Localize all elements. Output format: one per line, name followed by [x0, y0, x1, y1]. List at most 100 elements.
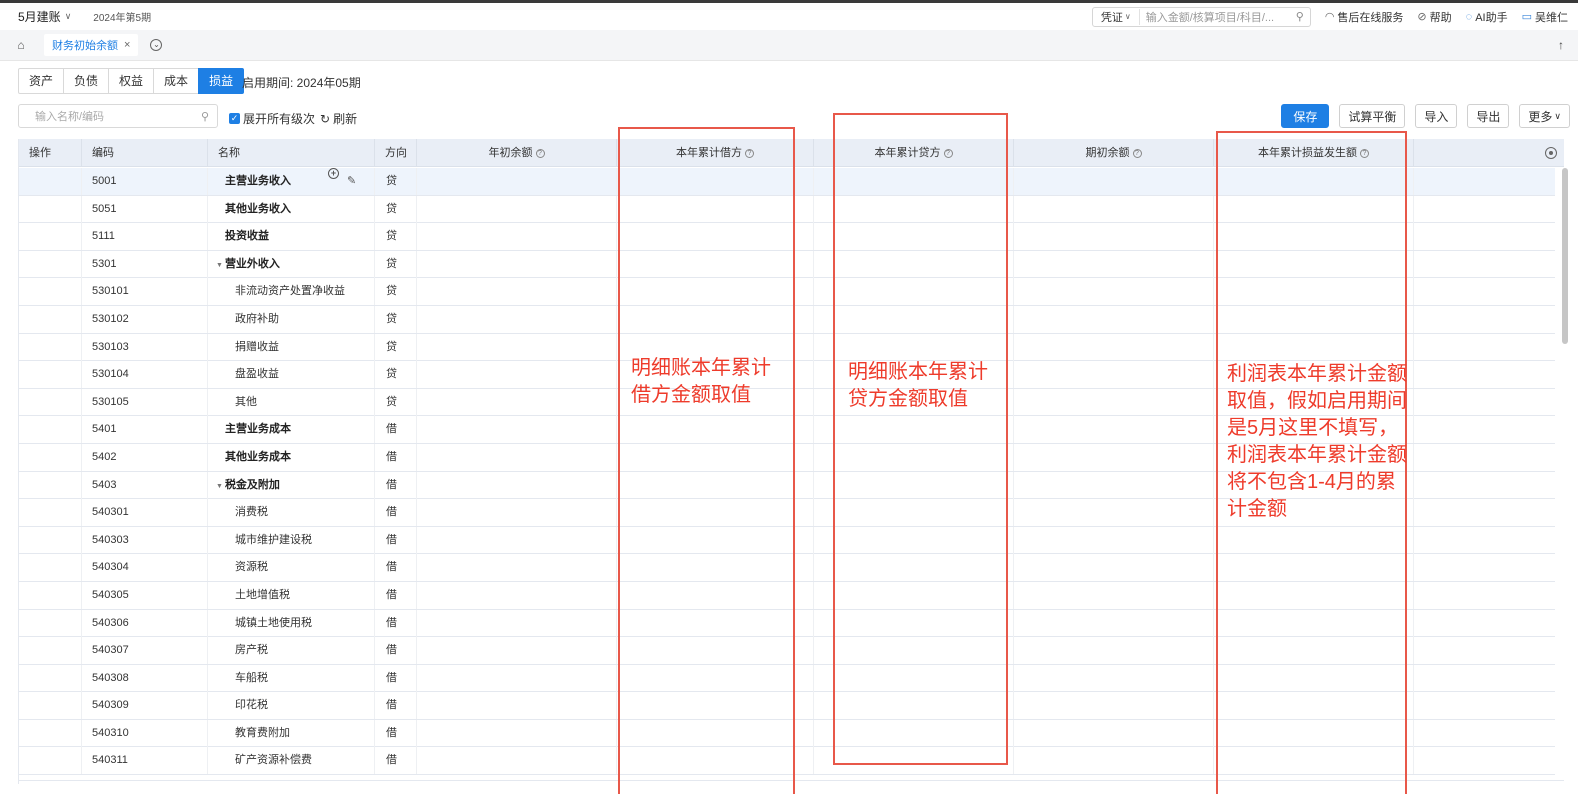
ytd-pl-cell[interactable] — [1214, 195, 1414, 223]
ytd-credit-cell[interactable] — [814, 637, 1014, 665]
ytd-pl-cell[interactable] — [1214, 554, 1414, 582]
voucher-type-select[interactable]: 凭证 ∨ — [1093, 8, 1140, 25]
tab-equity[interactable]: 权益 — [108, 68, 155, 94]
ytd-debit-cell[interactable] — [617, 195, 814, 223]
ytd-credit-cell[interactable] — [814, 554, 1014, 582]
table-row[interactable]: 5111 投资收益 贷 — [19, 223, 1555, 251]
add-subaccount-icon[interactable]: + — [328, 168, 339, 179]
ytd-pl-cell[interactable] — [1214, 526, 1414, 554]
opening-period-cell[interactable] — [1014, 664, 1214, 692]
opening-year-cell[interactable] — [417, 692, 617, 720]
opening-year-cell[interactable] — [417, 361, 617, 389]
opening-year-cell[interactable] — [417, 168, 617, 195]
ytd-debit-cell[interactable] — [617, 168, 814, 195]
ytd-debit-cell[interactable] — [617, 554, 814, 582]
opening-year-cell[interactable] — [417, 581, 617, 609]
opening-period-cell[interactable] — [1014, 747, 1214, 775]
opening-year-cell[interactable] — [417, 388, 617, 416]
ytd-debit-cell[interactable] — [617, 664, 814, 692]
close-icon[interactable]: × — [124, 39, 130, 51]
tab-profit-loss[interactable]: 损益 — [198, 68, 245, 94]
ytd-debit-cell[interactable] — [617, 305, 814, 333]
ytd-pl-cell[interactable] — [1214, 250, 1414, 278]
opening-period-cell[interactable] — [1014, 416, 1214, 444]
trial-balance-button[interactable]: 试算平衡 — [1339, 104, 1406, 128]
table-row[interactable]: 540307 房产税 借 — [19, 637, 1555, 665]
opening-year-cell[interactable] — [417, 416, 617, 444]
user-menu[interactable]: ▭ 吴维仁 — [1522, 9, 1568, 25]
opening-year-cell[interactable] — [417, 250, 617, 278]
table-row[interactable]: 5001 主营业务收入 + ✎ 贷 — [19, 168, 1555, 196]
table-row[interactable]: 540304 资源税 借 — [19, 554, 1555, 582]
ytd-pl-cell[interactable] — [1214, 609, 1414, 637]
tab-assets[interactable]: 资产 — [18, 68, 65, 94]
ytd-debit-cell[interactable] — [617, 416, 814, 444]
ai-assistant-link[interactable]: ◌ AI助手 — [1466, 9, 1508, 25]
opening-period-cell[interactable] — [1014, 195, 1214, 223]
ytd-debit-cell[interactable] — [617, 581, 814, 609]
column-settings-icon[interactable] — [1545, 147, 1557, 159]
ytd-pl-cell[interactable] — [1214, 637, 1414, 665]
ytd-pl-cell[interactable] — [1214, 223, 1414, 251]
table-row[interactable]: 540303 城市维护建设税 借 — [19, 526, 1555, 555]
opening-period-cell[interactable] — [1014, 388, 1214, 416]
refresh-button[interactable]: ↻ 刷新 — [320, 110, 357, 127]
ytd-credit-cell[interactable] — [814, 250, 1014, 278]
opening-period-cell[interactable] — [1014, 223, 1214, 251]
caret-down-icon[interactable]: ▼ — [216, 473, 223, 500]
table-row[interactable]: 540308 车船税 借 — [19, 664, 1555, 693]
ytd-credit-cell[interactable] — [814, 692, 1014, 720]
export-button[interactable]: 导出 — [1467, 104, 1510, 128]
ytd-pl-cell[interactable] — [1214, 664, 1414, 692]
question-icon[interactable]: ? — [1360, 149, 1369, 158]
opening-year-cell[interactable] — [417, 554, 617, 582]
ytd-credit-cell[interactable] — [814, 664, 1014, 692]
ytd-credit-cell[interactable] — [814, 747, 1014, 775]
question-icon[interactable]: ? — [535, 149, 545, 158]
voucher-search-input[interactable]: 输入金额/核算项目/科目/... — [1140, 9, 1290, 25]
opening-year-cell[interactable] — [417, 471, 617, 499]
table-row[interactable]: 5051 其他业务收入 贷 — [19, 195, 1555, 224]
ytd-debit-cell[interactable] — [617, 250, 814, 278]
caret-down-icon[interactable]: ▼ — [216, 252, 223, 279]
ytd-pl-cell[interactable] — [1214, 692, 1414, 720]
opening-period-cell[interactable] — [1014, 581, 1214, 609]
opening-year-cell[interactable] — [417, 305, 617, 333]
table-row[interactable]: 530102 政府补助 贷 — [19, 305, 1555, 334]
opening-year-cell[interactable] — [417, 443, 617, 471]
opening-year-cell[interactable] — [417, 747, 617, 775]
opening-period-cell[interactable] — [1014, 526, 1214, 554]
opening-year-cell[interactable] — [417, 195, 617, 223]
ytd-credit-cell[interactable] — [814, 609, 1014, 637]
opening-year-cell[interactable] — [417, 278, 617, 306]
ytd-pl-cell[interactable] — [1214, 747, 1414, 775]
vertical-scrollbar[interactable] — [1562, 168, 1568, 344]
question-icon[interactable]: ? — [943, 149, 953, 158]
opening-year-cell[interactable] — [417, 609, 617, 637]
table-row[interactable]: 540309 印花税 借 — [19, 692, 1555, 720]
opening-year-cell[interactable] — [417, 499, 617, 527]
tab-financial-opening-balance[interactable]: 财务初始余额 × — [44, 34, 139, 56]
ytd-debit-cell[interactable] — [617, 609, 814, 637]
table-row[interactable]: 540306 城镇土地使用税 借 — [19, 609, 1555, 638]
tab-liabilities[interactable]: 负债 — [63, 68, 110, 94]
opening-period-cell[interactable] — [1014, 305, 1214, 333]
ytd-credit-cell[interactable] — [814, 333, 1014, 361]
help-link[interactable]: ⊘ 帮助 — [1417, 9, 1451, 25]
account-switcher[interactable]: 5月建账 ∨ — [18, 8, 71, 25]
ytd-credit-cell[interactable] — [814, 499, 1014, 527]
ytd-credit-cell[interactable] — [814, 168, 1014, 195]
opening-period-cell[interactable] — [1014, 499, 1214, 527]
ytd-credit-cell[interactable] — [814, 223, 1014, 251]
table-row[interactable]: 540311 矿产资源补偿费 借 — [19, 747, 1555, 776]
opening-period-cell[interactable] — [1014, 168, 1214, 195]
ytd-debit-cell[interactable] — [617, 471, 814, 499]
ytd-credit-cell[interactable] — [814, 416, 1014, 444]
opening-period-cell[interactable] — [1014, 637, 1214, 665]
ytd-credit-cell[interactable] — [814, 471, 1014, 499]
expand-all-checkbox[interactable]: ✓ 展开所有级次 — [229, 110, 315, 127]
tab-more-icon[interactable]: ⌄ — [150, 39, 163, 51]
ytd-pl-cell[interactable] — [1214, 719, 1414, 747]
table-row[interactable]: 530101 非流动资产处置净收益 贷 — [19, 278, 1555, 306]
tab-cost[interactable]: 成本 — [153, 68, 200, 94]
